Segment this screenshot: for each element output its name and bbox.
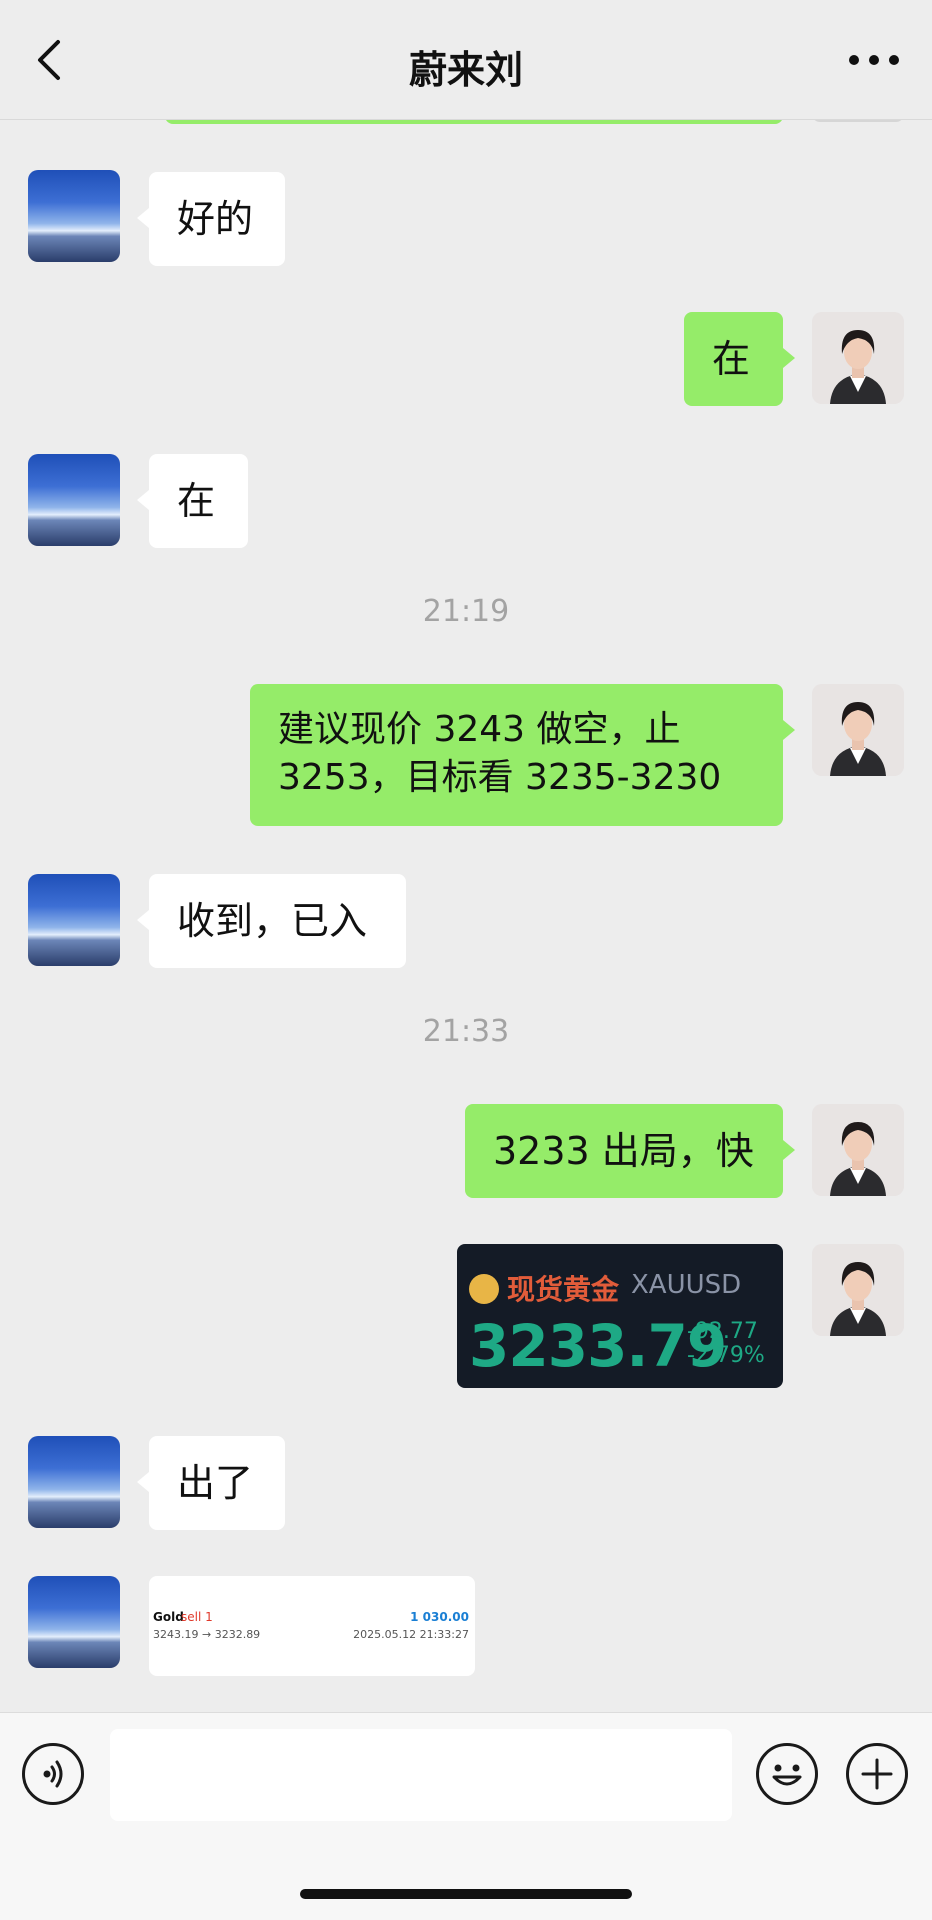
gold-symbol: XAUUSD: [631, 1270, 742, 1300]
message-text-line: 建议现价 3243 做空，止: [278, 709, 681, 750]
self-avatar[interactable]: [812, 1104, 904, 1196]
message-text-line: 3253，目标看 3235-3230: [278, 757, 722, 798]
trade-prices: 3243.19 → 3232.89: [153, 1628, 261, 1641]
message-bubble-right[interactable]: 在: [684, 312, 795, 406]
contact-avatar[interactable]: [28, 1436, 120, 1528]
message-bubble-left[interactable]: 在: [137, 454, 248, 548]
contact-avatar[interactable]: [28, 454, 120, 546]
home-indicator: [300, 1889, 632, 1899]
gold-change: -92.77 -2.79%: [687, 1320, 765, 1368]
self-avatar[interactable]: [812, 1244, 904, 1336]
message-bubble-right[interactable]: 建议现价 3243 做空，止 3253，目标看 3235-3230: [250, 684, 795, 826]
message-text: 收到，已入: [177, 899, 368, 943]
partial-avatar: [812, 120, 904, 122]
input-bar: [0, 1712, 932, 1920]
gold-change-value: -92.77: [687, 1319, 758, 1344]
message-text: 在: [712, 337, 751, 381]
plus-icon: [861, 1758, 893, 1790]
chat-title: 蔚来刘: [408, 48, 523, 92]
emoji-icon: [772, 1764, 802, 1786]
partial-message-bubble: [165, 120, 783, 124]
gold-price-card-image[interactable]: 现货黄金 XAUUSD 3233.79 -92.77 -2.79%: [457, 1244, 783, 1388]
trade-datetime: 2025.05.12 21:33:27: [353, 1628, 469, 1641]
gold-coin-icon: [469, 1274, 499, 1304]
timestamp: 21:19: [422, 594, 510, 629]
self-avatar[interactable]: [812, 312, 904, 404]
contact-avatar[interactable]: [28, 874, 120, 966]
person-avatar-icon: [812, 1244, 904, 1336]
trade-instrument: Gold: [153, 1610, 184, 1624]
emoji-button[interactable]: [756, 1743, 818, 1805]
timestamp: 21:33: [422, 1014, 510, 1049]
gold-name: 现货黄金: [507, 1273, 620, 1306]
contact-avatar[interactable]: [28, 1576, 120, 1668]
voice-icon: [43, 1760, 63, 1788]
chat-message-list[interactable]: 好的 在 在 21:19 建议现价 3243 做空，止 3253，目标看 323…: [0, 120, 932, 1712]
person-avatar-icon: [812, 312, 904, 404]
voice-input-button[interactable]: [22, 1743, 84, 1805]
self-avatar[interactable]: [812, 684, 904, 776]
gold-change-percent: -2.79%: [687, 1343, 765, 1368]
message-text: 出了: [177, 1461, 254, 1505]
message-text: 在: [177, 479, 216, 523]
message-input[interactable]: [110, 1729, 732, 1821]
person-avatar-icon: [812, 684, 904, 776]
more-options-icon[interactable]: [846, 52, 902, 68]
trade-profit: 1 030.00: [410, 1610, 469, 1624]
trade-result-card-image[interactable]: Gold sell 1 3243.19 → 3232.89 1 030.00 2…: [149, 1576, 475, 1676]
message-bubble-left[interactable]: 出了: [137, 1436, 285, 1530]
message-bubble-left[interactable]: 收到，已入: [137, 874, 406, 968]
message-text: 好的: [177, 197, 254, 241]
chat-header: 蔚来刘: [0, 0, 932, 120]
more-functions-button[interactable]: [846, 1743, 908, 1805]
contact-avatar[interactable]: [28, 170, 120, 262]
message-text: 3233 出局，快: [493, 1129, 754, 1173]
person-avatar-icon: [812, 1104, 904, 1196]
message-bubble-left[interactable]: 好的: [137, 172, 285, 266]
message-bubble-right[interactable]: 3233 出局，快: [465, 1104, 795, 1198]
trade-side: sell 1: [181, 1610, 213, 1624]
